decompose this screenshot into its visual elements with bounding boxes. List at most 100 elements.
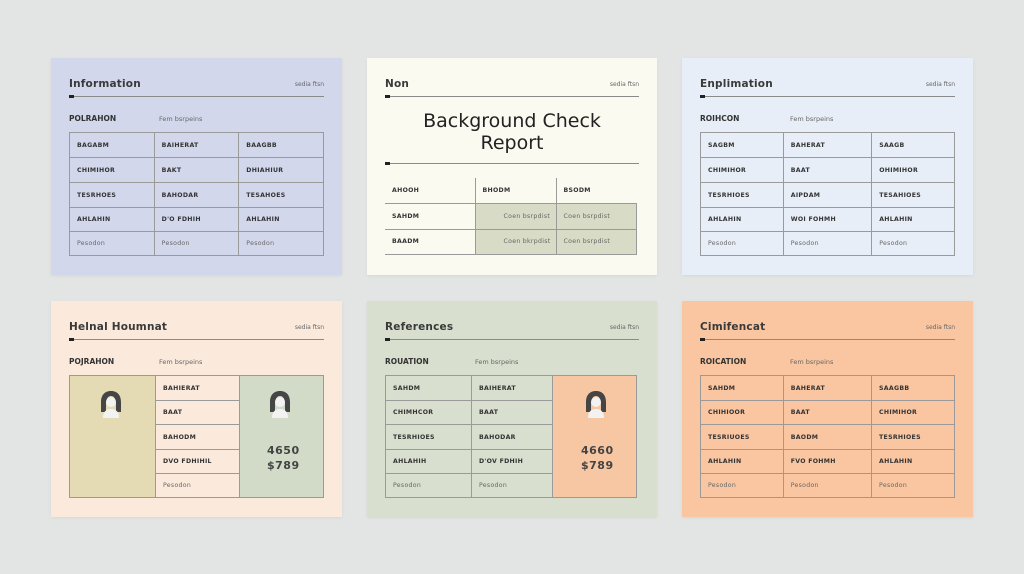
card-title: Cimifencat: [700, 321, 766, 333]
table-cell: AHLAHIN: [700, 449, 784, 474]
table-cell: BAAT: [155, 400, 240, 425]
price-code: 4660: [581, 444, 614, 457]
table-cell: D'OV FDHIH: [471, 449, 553, 474]
card-title: Enplimation: [700, 78, 773, 90]
table-cell: CHIMIHOR: [69, 157, 155, 183]
section-note: Fem bsrpeins: [475, 358, 519, 366]
divider: [69, 338, 324, 341]
divider: [385, 162, 639, 165]
divider: [385, 338, 639, 341]
card-certificate: Cimifencat sedia ftsn ROICATION Fem bsrp…: [682, 301, 973, 517]
report-table: AHOOH BHODM BSODM SAHDM Coen bsrpdist Co…: [385, 178, 637, 255]
table-cell: BAHERAT: [782, 132, 873, 158]
card-meta: sedia ftsn: [609, 80, 639, 88]
card-personal: Helnal Houmnat sedia ftsn POJRAHON Fem b…: [51, 301, 342, 517]
card-meta: sedia ftsn: [294, 80, 324, 88]
table-cell: BAAT: [782, 400, 873, 425]
table-cell: BAHIERAT: [155, 375, 240, 401]
table-cell: CHIMHCOR: [385, 400, 472, 425]
table-cell: BAAGBB: [238, 132, 324, 158]
section-label: ROUATION: [385, 357, 429, 366]
table-cell: BAADM: [385, 228, 475, 255]
divider: [385, 95, 639, 98]
table-cell: BAHODM: [155, 424, 240, 450]
table-cell: SAHDM: [385, 202, 475, 230]
table-cell: DVO FDHIHIL: [155, 449, 240, 474]
info-table: SAGBM BAHERAT SAAGB CHIMIHOR BAAT OHIMIHOR T…: [700, 132, 955, 256]
divider: [69, 95, 324, 98]
table-cell: TESAHIOES: [871, 182, 955, 208]
card-title: References: [385, 321, 454, 333]
table-cell: Pesodon: [782, 473, 873, 498]
price-block: 4660 $789: [581, 443, 614, 473]
card-meta: sedia ftsn: [925, 80, 955, 88]
table-cell: BAIHERAT: [153, 132, 240, 158]
price-amount: $789: [267, 459, 300, 472]
table-cell: Pesodon: [155, 473, 240, 498]
table-cell: SAAGB: [871, 132, 955, 158]
table-cell: AIPDAM: [782, 182, 873, 208]
person-avatar-icon: [270, 391, 290, 418]
card-references: References sedia ftsn ROUATION Fem bsrpe…: [367, 301, 657, 517]
table-cell: BAIHERAT: [471, 375, 553, 401]
price-block: 4650 $789: [267, 443, 300, 473]
table-header-cell: AHOOH: [385, 178, 476, 204]
table-cell: Pesodon: [700, 231, 784, 256]
section-label: ROICATION: [700, 357, 747, 366]
table-cell: SAHDM: [385, 375, 472, 401]
table-cell: TESRIUOES: [700, 424, 784, 450]
card-enplimation: Enplimation sedia ftsn ROIHCON Fem bsrpe…: [682, 58, 973, 275]
table-cell: WOI FOHMH: [782, 207, 873, 232]
table-cell: TESRHIOES: [871, 424, 955, 450]
table-cell: Coen bkrpdist: [474, 228, 557, 255]
table-cell: BAKT: [153, 157, 240, 183]
card-information: Information sedia ftsn POLRAHON Fem bsrp…: [51, 58, 342, 275]
table-cell: BAGABM: [69, 132, 155, 158]
table-cell: AHLAHIN: [871, 449, 955, 474]
section-note: Fem bsrpeins: [790, 358, 834, 366]
person-avatar-icon: [586, 391, 606, 418]
table-cell: TESRHOES: [69, 182, 155, 208]
table-cell: FVO FOHMH: [782, 449, 873, 474]
table-cell: TESRHIOES: [385, 424, 472, 450]
table-cell: D'O FDHIH: [153, 207, 240, 232]
table-cell: Coen bsrpdist: [474, 202, 557, 230]
table-cell: AHLAHIH: [385, 449, 472, 474]
section-note: Fem bsrpeins: [790, 115, 834, 123]
table-cell: CHIMIHOR: [700, 157, 784, 183]
table-cell: Pesodon: [471, 473, 553, 498]
price-code: 4650: [267, 444, 300, 457]
section-label: POJRAHON: [69, 357, 115, 366]
table-cell: Pesodon: [700, 473, 784, 498]
section-label: ROIHCON: [700, 114, 740, 123]
report-title-line: Background Check: [423, 110, 601, 132]
table-cell: Pesodon: [385, 473, 472, 498]
table-cell: TESRHIOES: [700, 182, 784, 208]
info-table: SAHDM BAHERAT SAAGBB CHIHIOOR BAAT CHIMIHOR …: [700, 375, 955, 498]
table-cell: TESAHOES: [238, 182, 324, 208]
table-cell: Pesodon: [153, 231, 240, 256]
card-meta: sedia ftsn: [609, 323, 639, 331]
table-cell: SAGBM: [700, 132, 784, 158]
table-cell: DHIAHIUR: [238, 157, 324, 183]
table-cell: CHIMIHOR: [871, 400, 955, 425]
table-cell: Pesodon: [871, 473, 955, 498]
table-cell: SAHDM: [700, 375, 784, 401]
table-cell: BAHODAR: [153, 182, 240, 208]
table-header-cell: BSODM: [555, 178, 637, 204]
card-background-check: Non sedia ftsn Background Check Report A…: [367, 58, 657, 275]
report-title: Background Check Report: [367, 110, 657, 154]
table-cell: OHIMIHOR: [871, 157, 955, 183]
card-title: Non: [385, 78, 410, 90]
table-cell: BAHODAR: [471, 424, 553, 450]
table-cell: Pesodon: [238, 231, 324, 256]
table-cell: AHLAHIN: [700, 207, 784, 232]
table-cell: SAAGBB: [871, 375, 955, 401]
divider: [700, 95, 955, 98]
card-meta: sedia ftsn: [925, 323, 955, 331]
section-note: Fem bsrpeins: [159, 358, 203, 366]
info-table: BAGABM BAIHERAT BAAGBB CHIMIHOR BAKT DHIAHIU…: [69, 132, 324, 256]
table-cell: BAAT: [782, 157, 873, 183]
table-cell: Pesodon: [871, 231, 955, 256]
table-cell: Pesodon: [69, 231, 155, 256]
